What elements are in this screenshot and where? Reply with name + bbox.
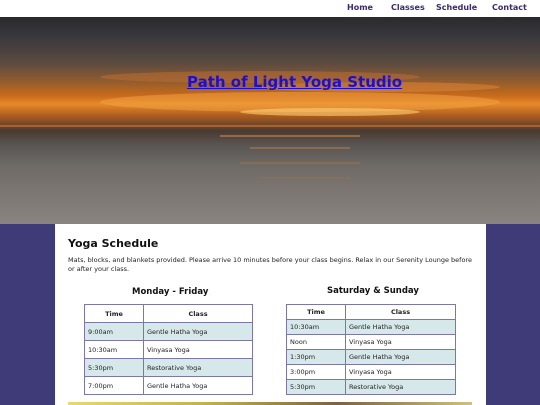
time-cell: 10:30am	[84, 340, 144, 359]
nav-classes-link[interactable]: Classes	[391, 3, 425, 12]
table-row: 10:30am Vinyasa Yoga	[84, 340, 253, 359]
table-row: Noon Vinyasa Yoga	[286, 334, 456, 350]
hero-sunset-image: Path of Light Yoga Studio	[0, 17, 540, 224]
class-cell: Gentle Hatha Yoga	[143, 322, 253, 341]
time-cell: 9:00am	[84, 322, 144, 341]
page-title: Yoga Schedule	[68, 237, 159, 250]
time-cell: 10:30am	[286, 319, 346, 335]
nav-schedule-link[interactable]: Schedule	[436, 3, 477, 12]
class-cell: Gentle Hatha Yoga	[143, 376, 253, 395]
class-cell: Restorative Yoga	[345, 379, 456, 395]
schedule-description: Mats, blocks, and blankets provided. Ple…	[68, 256, 472, 273]
table-row: 9:00am Gentle Hatha Yoga	[84, 322, 253, 341]
site-title-link[interactable]: Path of Light Yoga Studio	[187, 73, 402, 91]
class-cell: Gentle Hatha Yoga	[345, 349, 456, 365]
nav-contact-link[interactable]: Contact	[492, 3, 527, 12]
class-cell: Vinyasa Yoga	[345, 334, 456, 350]
nav-home-link[interactable]: Home	[347, 3, 373, 12]
time-cell: 5:30pm	[84, 358, 144, 377]
class-cell: Restorative Yoga	[143, 358, 253, 377]
table-row: 5:30pm Restorative Yoga	[84, 358, 253, 377]
col-header-time: Time	[286, 304, 346, 320]
time-cell: Noon	[286, 334, 346, 350]
col-header-class: Class	[345, 304, 456, 320]
time-cell: 3:00pm	[286, 364, 346, 380]
col-header-time: Time	[84, 304, 144, 323]
table-row: 1:30pm Gentle Hatha Yoga	[286, 349, 456, 365]
col-header-class: Class	[143, 304, 253, 323]
table-row: 3:00pm Vinyasa Yoga	[286, 364, 456, 380]
time-cell: 7:00pm	[84, 376, 144, 395]
class-cell: Vinyasa Yoga	[143, 340, 253, 359]
weekday-heading: Monday - Friday	[132, 287, 209, 297]
weekend-schedule-table: Time Class 10:30am Gentle Hatha Yoga Noo…	[286, 304, 456, 395]
table-header-row: Time Class	[84, 304, 253, 323]
top-nav: Home Classes Schedule Contact	[0, 0, 540, 17]
class-cell: Gentle Hatha Yoga	[345, 319, 456, 335]
table-row: 5:30pm Restorative Yoga	[286, 379, 456, 395]
time-cell: 1:30pm	[286, 349, 346, 365]
sunset-graphic	[0, 71, 540, 179]
weekday-schedule-table: Time Class 9:00am Gentle Hatha Yoga 10:3…	[84, 304, 253, 395]
class-cell: Vinyasa Yoga	[345, 364, 456, 380]
time-cell: 5:30pm	[286, 379, 346, 395]
table-row: 7:00pm Gentle Hatha Yoga	[84, 376, 253, 395]
weekend-heading: Saturday & Sunday	[327, 286, 419, 296]
table-row: 10:30am Gentle Hatha Yoga	[286, 319, 456, 335]
main-content: Yoga Schedule Mats, blocks, and blankets…	[55, 224, 486, 405]
table-header-row: Time Class	[286, 304, 456, 320]
